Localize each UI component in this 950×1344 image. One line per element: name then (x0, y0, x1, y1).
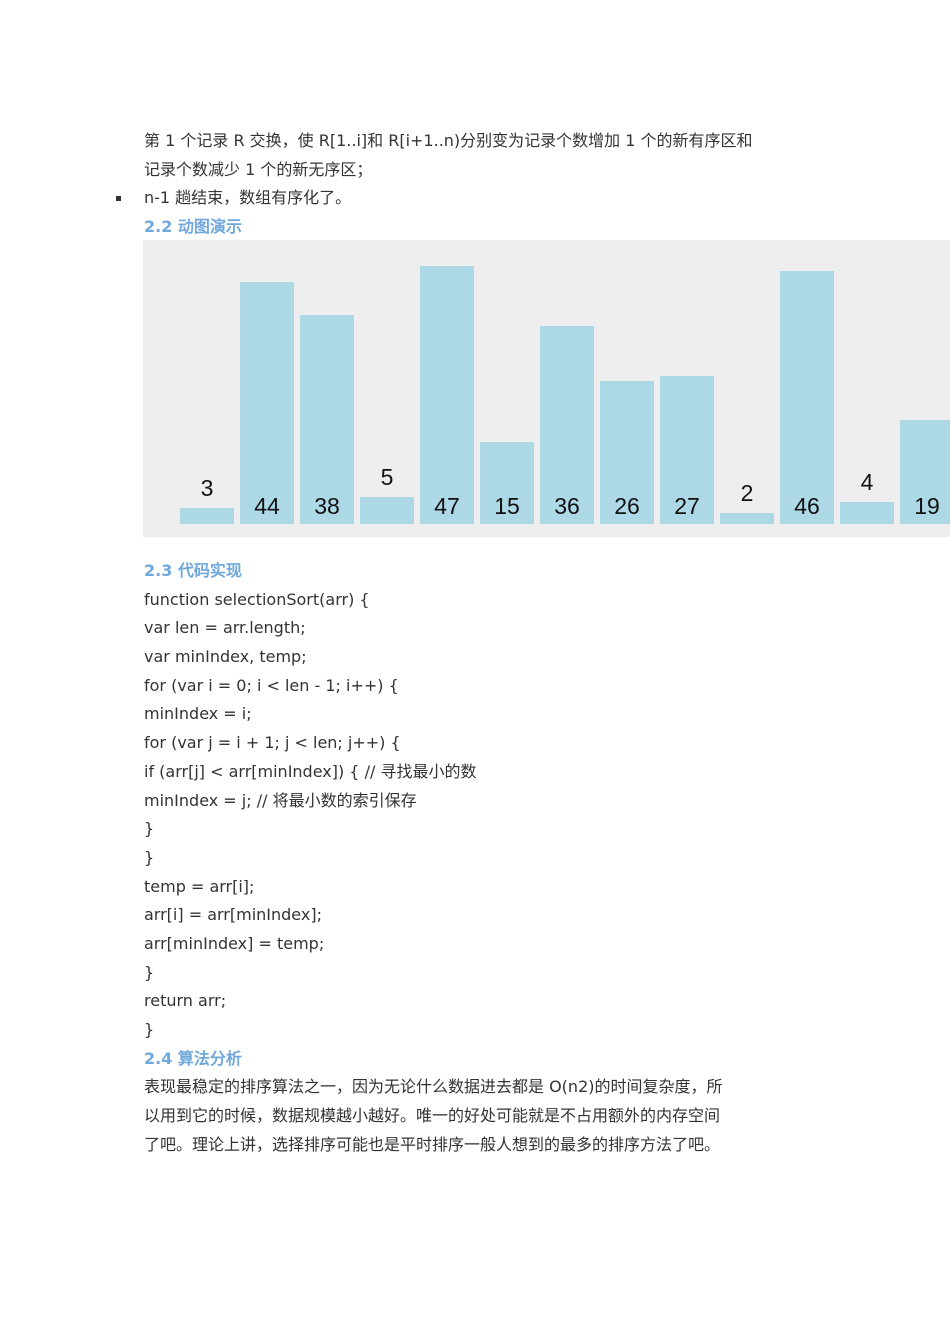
section-heading: 2.4 算法分析 (144, 1048, 242, 1068)
bar (720, 513, 774, 524)
bar (240, 282, 294, 524)
bar-label: 27 (674, 493, 700, 519)
list-item-text: n-1 趟结束，数组有序化了。 (144, 188, 352, 208)
code-line: return arr; (144, 991, 227, 1011)
bar-label: 36 (554, 493, 580, 519)
bar (420, 265, 474, 524)
list-item: n-1 趟结束，数组有序化了。 (116, 184, 824, 213)
bar-label: 4 (860, 469, 874, 495)
section-heading: 2.2 动图演示 (144, 217, 242, 237)
code-line: } (144, 962, 155, 982)
bar-label: 19 (914, 493, 940, 519)
bullet-icon (116, 196, 121, 202)
bar-label: 26 (614, 493, 640, 519)
bar-label: 46 (794, 493, 820, 519)
code-line: } (144, 1020, 155, 1039)
code-line: arr[minIndex] = temp; (144, 933, 325, 953)
code-line: function selectionSort(arr) { (144, 589, 370, 609)
code-line: for (var j = i + 1; j < len; j++) { (144, 733, 401, 753)
bar-label: 38 (314, 493, 340, 519)
code-line: arr[i] = arr[minIndex]; (144, 905, 322, 925)
bar-label: 3 (200, 474, 214, 501)
code-line: if (arr[j] < arr[minIndex]) { // 寻找最小的数 (144, 761, 477, 781)
bar (840, 502, 894, 524)
code-line: for (var i = 0; i < len - 1; i++) { (144, 675, 399, 695)
bar-label: 47 (434, 493, 460, 519)
paragraph-line: 第 1 个记录 R 交换，使 R[1..i]和 R[i+1..n)分别变为记录个… (144, 131, 753, 150)
paragraph-line: 记录个数减少 1 个的新无序区； (144, 159, 373, 179)
paragraph-line: 表现最稳定的排序算法之一，因为无论什么数据进去都是 O(n2)的时间复杂度，所 (144, 1077, 723, 1097)
bar-label: 2 (740, 480, 754, 506)
intro-section: 第 1 个记录 R 交换，使 R[1..i]和 R[i+1..n)分别变为记录个… (116, 127, 824, 242)
paragraph-line: 以用到它的时候，数据规模越小越好。唯一的好处可能就是不占用额外的内存空间 (144, 1106, 721, 1126)
bar-label: 44 (254, 493, 280, 519)
bar (780, 271, 834, 524)
code-line: temp = arr[i]; (144, 876, 255, 896)
code-line: var minIndex, temp; (144, 647, 307, 667)
bar-label: 5 (380, 463, 394, 490)
code-line: minIndex = j; // 将最小数的索引保存 (144, 790, 417, 810)
code-line: } (144, 847, 155, 867)
bar-label: 15 (494, 493, 520, 519)
code-line: minIndex = i; (144, 704, 252, 724)
code-line: } (144, 819, 155, 839)
bar (180, 507, 234, 524)
code-block: function selectionSort(arr) { var len = a… (144, 586, 824, 1045)
code-line: var len = arr.length; (144, 618, 306, 638)
paragraph-line: 了吧。理论上讲，选择排序可能也是平时排序一般人想到的最多的排序方法了吧。 (144, 1134, 721, 1154)
selection-sort-animation-chart: 3 44 38 5 47 15 36 26 27 2 46 4 19 (143, 240, 950, 537)
code-section: 2.3 代码实现 function selectionSort(arr) { va… (144, 557, 824, 1159)
bar (360, 496, 414, 524)
section-heading: 2.3 代码实现 (144, 561, 242, 580)
